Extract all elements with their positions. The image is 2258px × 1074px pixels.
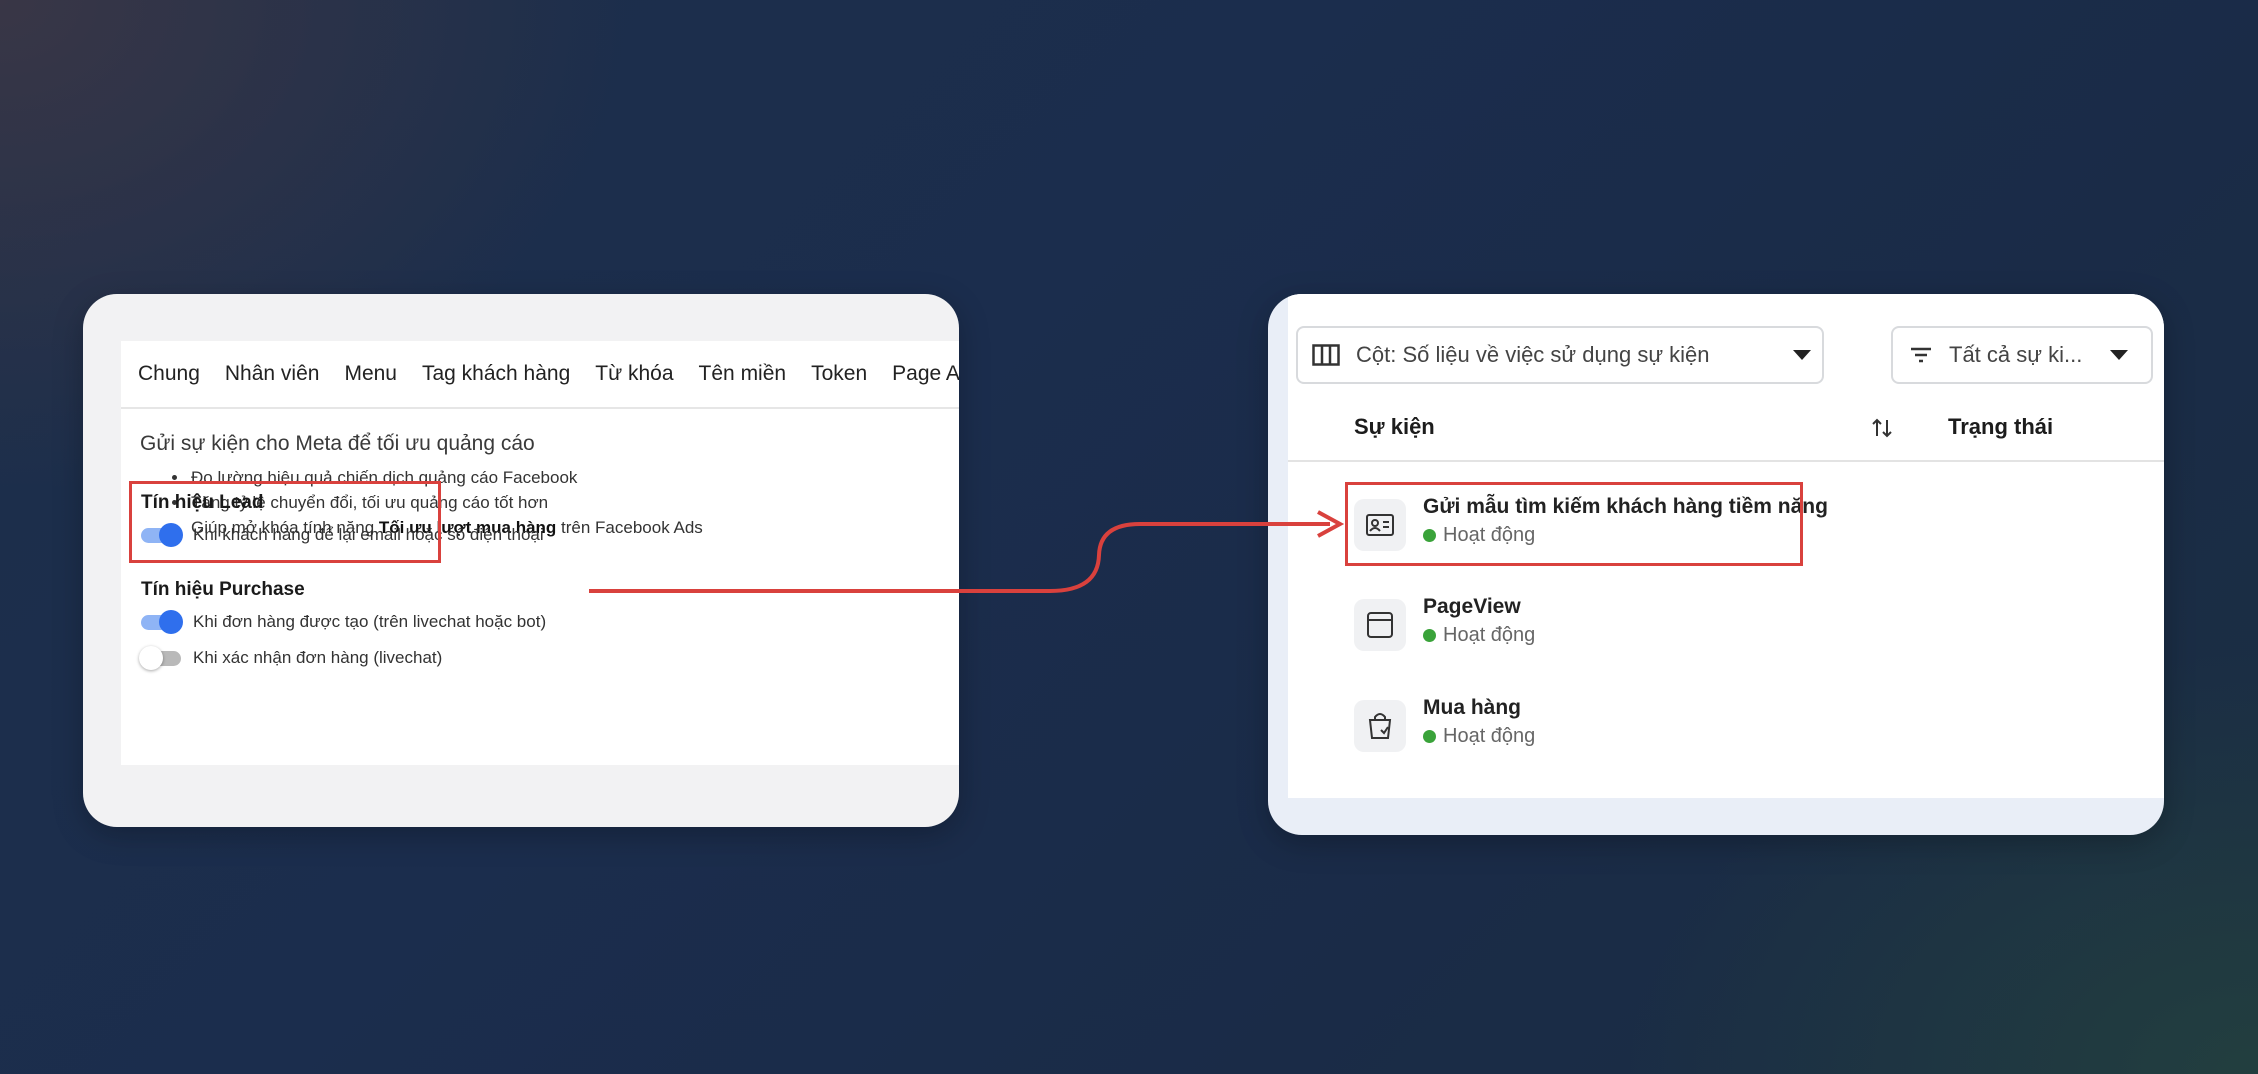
connector-arrow <box>589 510 1345 593</box>
